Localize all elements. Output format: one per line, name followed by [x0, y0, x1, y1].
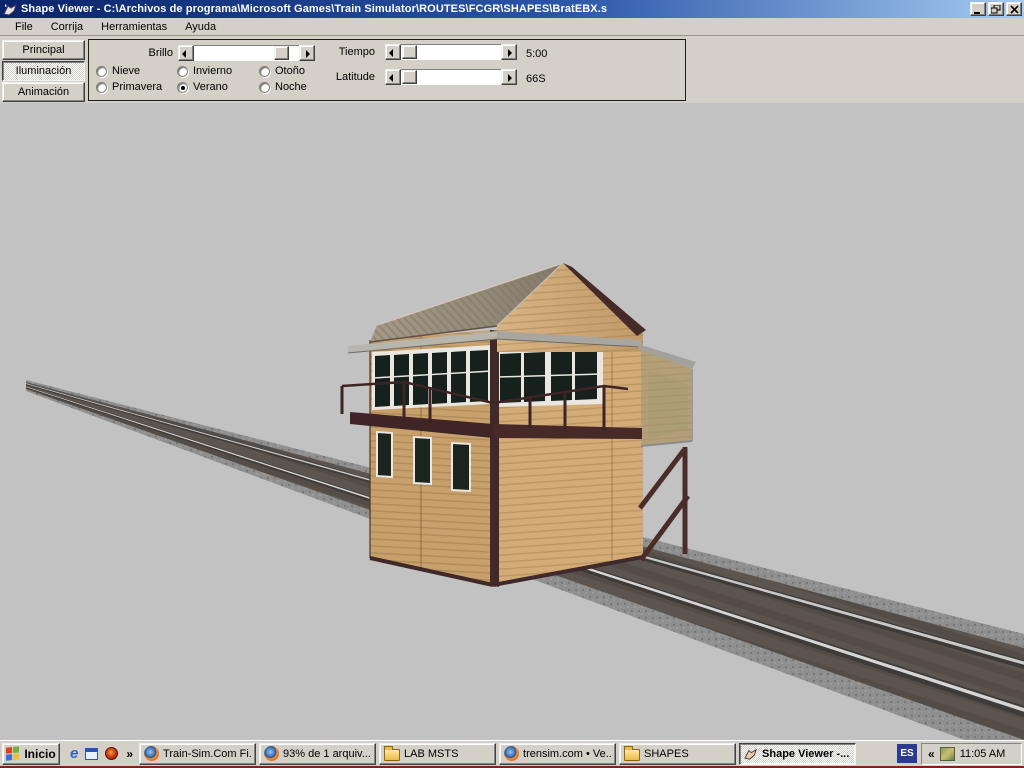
- brightness-right-arrow[interactable]: [299, 45, 315, 61]
- menu-corrija[interactable]: Corrija: [42, 19, 92, 35]
- task-buttons: Train-Sim.Com Fi... 93% de 1 arquiv... L…: [139, 743, 893, 765]
- latitude-label: Latitude: [319, 71, 375, 83]
- radio-otono[interactable]: Otoño: [259, 65, 305, 77]
- radio-circle[interactable]: [96, 66, 107, 77]
- task-label: 93% de 1 arquiv...: [283, 748, 371, 760]
- upper-window-band: [372, 345, 603, 410]
- radio-label: Nieve: [112, 65, 140, 77]
- tray-app-icon[interactable]: [940, 747, 955, 761]
- menu-herramientas[interactable]: Herramientas: [92, 19, 176, 35]
- lighting-groupbox: Brillo Nieve Invierno Otoño: [88, 39, 686, 101]
- radio-nieve[interactable]: Nieve: [96, 65, 140, 77]
- radio-circle[interactable]: [96, 82, 107, 93]
- time-thumb[interactable]: [402, 45, 417, 59]
- brightness-label: Brillo: [109, 47, 173, 59]
- minimize-button[interactable]: [970, 2, 986, 16]
- radio-circle-selected[interactable]: [177, 82, 188, 93]
- task-shapes-folder[interactable]: SHAPES: [619, 743, 736, 765]
- language-indicator[interactable]: ES: [897, 744, 917, 763]
- taskbar: Inicio e » Train-Sim.Com Fi... 93% de 1 …: [0, 740, 1024, 766]
- start-label: Inicio: [24, 747, 55, 761]
- time-label: Tiempo: [319, 46, 375, 58]
- time-slider[interactable]: [385, 44, 517, 60]
- menu-file[interactable]: File: [6, 19, 42, 35]
- close-button[interactable]: [1006, 2, 1022, 16]
- firefox-icon: [264, 746, 279, 761]
- radio-circle[interactable]: [259, 66, 270, 77]
- app-icon: [3, 2, 18, 16]
- shape-viewer-icon: [744, 747, 758, 760]
- brightness-track[interactable]: [194, 45, 299, 61]
- latitude-thumb[interactable]: [402, 70, 417, 84]
- window-title: Shape Viewer - C:\Archivos de programa\M…: [21, 3, 966, 15]
- brightness-thumb[interactable]: [274, 46, 289, 60]
- task-label: SHAPES: [644, 748, 689, 760]
- task-train-sim[interactable]: Train-Sim.Com Fi...: [139, 743, 256, 765]
- quick-launch-overflow-chevron[interactable]: »: [126, 747, 133, 761]
- radio-label: Noche: [275, 81, 307, 93]
- radio-primavera[interactable]: Primavera: [96, 81, 162, 93]
- window-app-icon[interactable]: [85, 748, 98, 760]
- task-lab-msts[interactable]: LAB MSTS: [379, 743, 496, 765]
- radio-noche[interactable]: Noche: [259, 81, 307, 93]
- menu-bar: File Corrija Herramientas Ayuda: [0, 18, 1024, 36]
- menu-ayuda[interactable]: Ayuda: [176, 19, 225, 35]
- system-tray: « 11:05 AM: [921, 743, 1022, 765]
- latitude-track[interactable]: [401, 69, 501, 85]
- radio-label: Verano: [193, 81, 228, 93]
- task-trensim[interactable]: trensim.com • Ve...: [499, 743, 616, 765]
- internet-explorer-icon[interactable]: e: [70, 746, 78, 761]
- start-button[interactable]: Inicio: [2, 743, 60, 765]
- restore-button[interactable]: [988, 2, 1004, 16]
- task-shape-viewer[interactable]: Shape Viewer -...: [739, 743, 856, 765]
- time-value: 5:00: [526, 48, 547, 60]
- brightness-slider[interactable]: [178, 45, 315, 61]
- firefox-icon: [504, 746, 519, 761]
- folder-icon: [384, 749, 400, 761]
- radio-circle[interactable]: [177, 66, 188, 77]
- latitude-left-arrow[interactable]: [385, 69, 401, 85]
- clock: 11:05 AM: [960, 748, 1006, 760]
- latitude-slider[interactable]: [385, 69, 517, 85]
- tab-iluminacion[interactable]: Iluminación: [2, 61, 85, 81]
- folder-icon: [624, 749, 640, 761]
- title-bar[interactable]: Shape Viewer - C:\Archivos de programa\M…: [0, 0, 1024, 18]
- radio-label: Otoño: [275, 65, 305, 77]
- radio-label: Invierno: [193, 65, 232, 77]
- firefox-icon: [144, 746, 159, 761]
- brightness-left-arrow[interactable]: [178, 45, 194, 61]
- task-download[interactable]: 93% de 1 arquiv...: [259, 743, 376, 765]
- radio-label: Primavera: [112, 81, 162, 93]
- tray-chevron[interactable]: «: [928, 747, 935, 761]
- time-left-arrow[interactable]: [385, 44, 401, 60]
- task-label: Shape Viewer -...: [762, 748, 849, 760]
- toolbar: Principal Iluminación Animación Brillo N…: [0, 37, 1024, 103]
- scene-signal-box: [0, 103, 1024, 740]
- viewport-3d[interactable]: [0, 103, 1024, 740]
- time-track[interactable]: [401, 44, 501, 60]
- radio-invierno[interactable]: Invierno: [177, 65, 232, 77]
- windows-logo-icon: [6, 746, 20, 760]
- shape-viewer-window: Shape Viewer - C:\Archivos de programa\M…: [0, 0, 1024, 768]
- latitude-value: 66S: [526, 73, 546, 85]
- tab-principal[interactable]: Principal: [2, 40, 85, 60]
- radio-verano[interactable]: Verano: [177, 81, 228, 93]
- corner-post: [490, 330, 499, 587]
- tab-animacion[interactable]: Animación: [2, 82, 85, 102]
- task-label: LAB MSTS: [404, 748, 458, 760]
- time-right-arrow[interactable]: [501, 44, 517, 60]
- latitude-right-arrow[interactable]: [501, 69, 517, 85]
- task-label: trensim.com • Ve...: [523, 748, 611, 760]
- task-label: Train-Sim.Com Fi...: [163, 748, 251, 760]
- radio-circle[interactable]: [259, 82, 270, 93]
- quick-launch: e: [60, 746, 126, 761]
- red-app-icon[interactable]: [105, 747, 118, 760]
